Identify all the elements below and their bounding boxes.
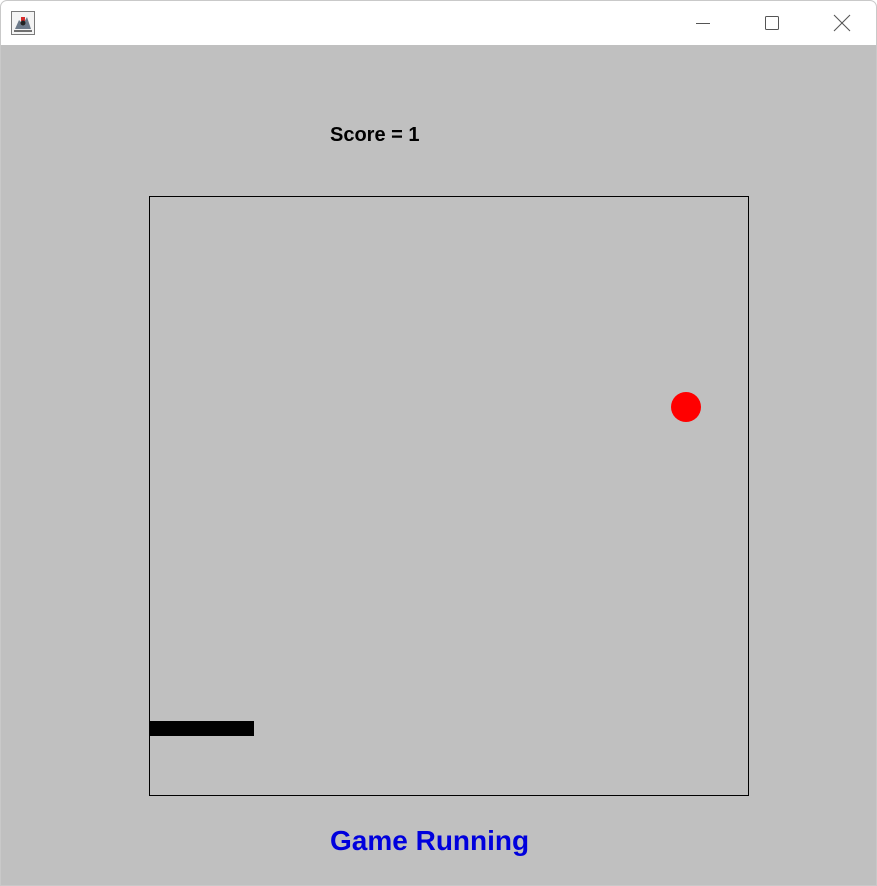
maximize-icon xyxy=(764,15,780,31)
minimize-icon xyxy=(695,15,711,31)
java-duke-icon[interactable] xyxy=(11,11,35,35)
maximize-button[interactable] xyxy=(737,1,807,45)
close-icon xyxy=(833,14,851,32)
ball xyxy=(671,392,701,422)
game-status: Game Running xyxy=(330,825,530,856)
title-bar[interactable] xyxy=(1,1,876,45)
play-area[interactable] xyxy=(149,196,749,796)
paddle[interactable] xyxy=(150,721,254,736)
minimize-button[interactable] xyxy=(668,1,738,45)
close-button[interactable] xyxy=(807,1,876,45)
score-label: Score = 1 xyxy=(330,124,420,146)
game-canvas[interactable]: Score = 1 Game Running xyxy=(1,45,876,885)
game-window: Score = 1 Game Running xyxy=(0,0,877,886)
